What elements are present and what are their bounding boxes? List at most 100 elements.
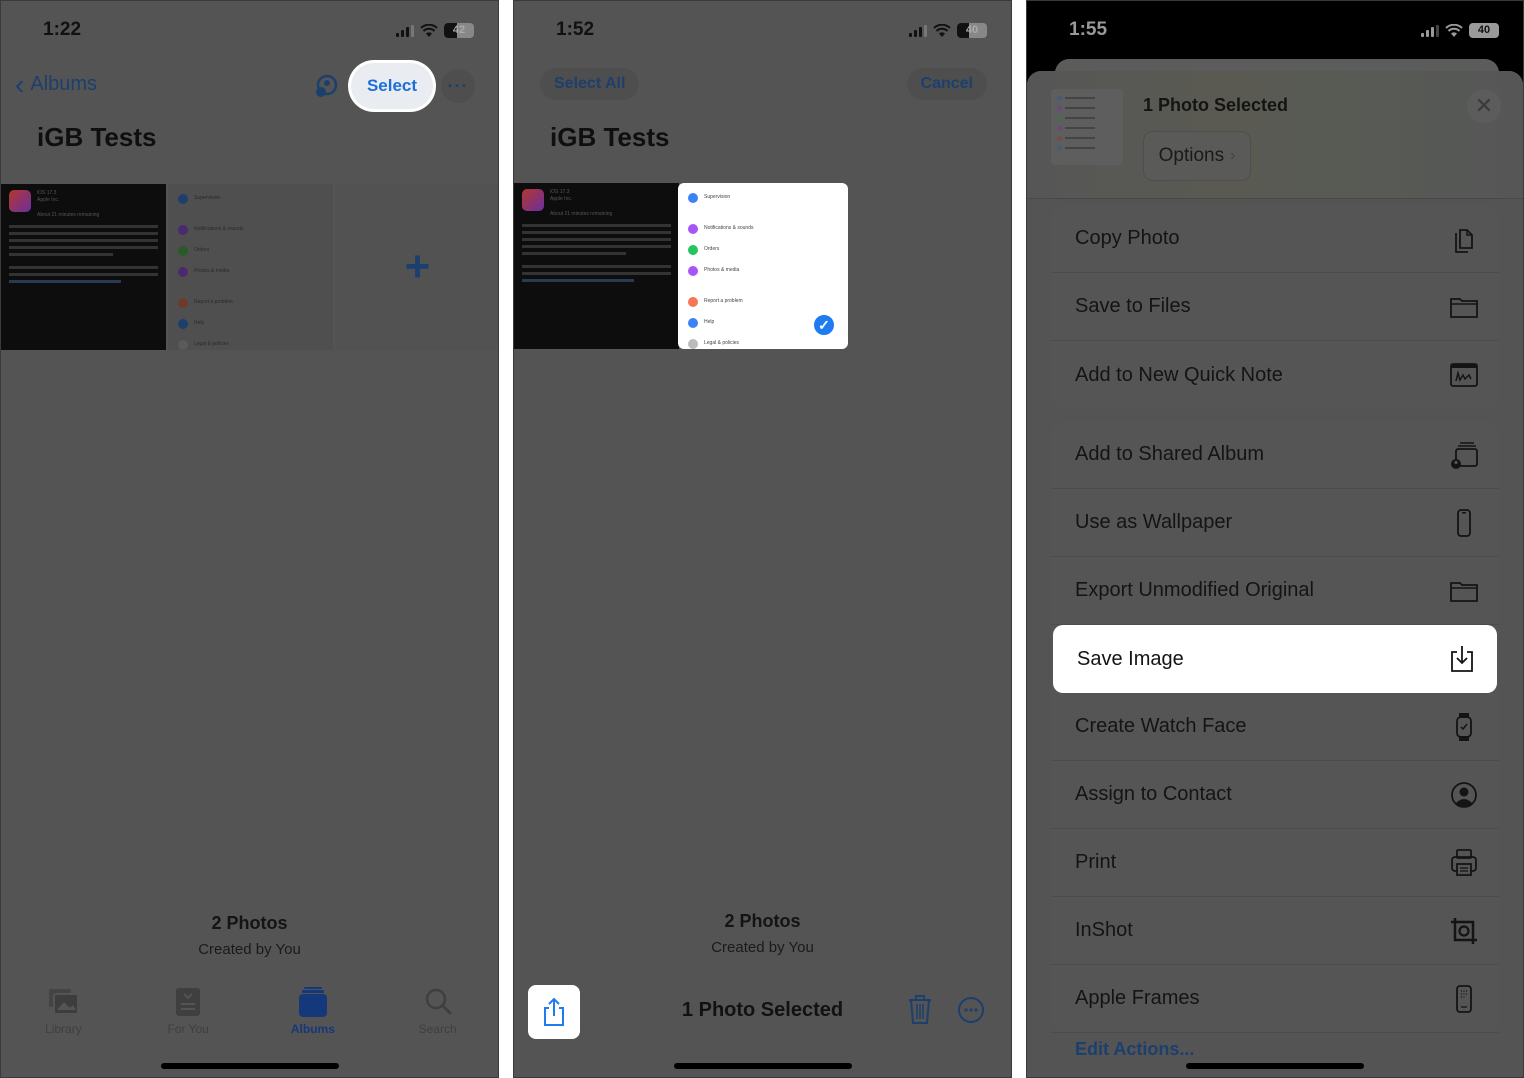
back-to-albums-button[interactable]: ‹ Albums	[15, 70, 98, 98]
wifi-icon	[1445, 23, 1463, 37]
settings-item: Orders	[194, 247, 210, 253]
settings-item: Notifications & sounds	[704, 225, 754, 231]
options-button[interactable]: Options ›	[1143, 131, 1251, 181]
photo-grid: iOS 17.3 Apple Inc. About 21 minutes rem…	[514, 183, 1011, 349]
action-inshot[interactable]: InShot	[1051, 897, 1499, 965]
share-button[interactable]	[528, 985, 580, 1039]
screen-select-mode: 1:52 40 Select All Cancel iGB Tests iOS …	[513, 0, 1012, 1078]
back-label: Albums	[30, 73, 98, 95]
selected-photo-preview	[1051, 89, 1123, 165]
photo-library-icon	[49, 989, 80, 1015]
action-label: Print	[1075, 851, 1117, 873]
more-circle-icon[interactable]	[957, 996, 985, 1024]
action-label: Add to New Quick Note	[1075, 363, 1283, 386]
tab-label: For You	[167, 1022, 209, 1036]
action-label: Save Image	[1077, 647, 1184, 670]
settings-item: Legal & policies	[704, 340, 740, 346]
action-label: Create Watch Face	[1075, 715, 1247, 737]
apple-frames-icon	[1456, 984, 1472, 1013]
action-export-unmodified[interactable]: Export Unmodified Original	[1051, 557, 1499, 625]
screen-album-view: 1:22 42 ‹ Albums Select ··· iGB Tests iO…	[0, 0, 499, 1078]
action-quick-note[interactable]: Add to New Quick Note	[1051, 341, 1499, 409]
selection-count: 1 Photo Selected	[681, 999, 844, 1021]
status-time: 1:55	[1069, 19, 1108, 40]
status-icons: 40	[909, 23, 987, 38]
update-publisher: Apple Inc.	[37, 197, 60, 203]
photo-thumbnail-settings[interactable]: Supervision Notifications & sounds Order…	[168, 184, 333, 350]
photo-count: 2 Photos	[724, 911, 801, 931]
wifi-icon	[420, 23, 438, 37]
tab-bar: Library For You Albums Search	[1, 986, 498, 1036]
action-use-as-wallpaper[interactable]: Use as Wallpaper	[1051, 489, 1499, 557]
home-indicator	[1186, 1063, 1364, 1069]
action-label: Add to Shared Album	[1075, 443, 1265, 465]
photo-thumbnail-ios-update[interactable]: iOS 17.3 Apple Inc. About 21 minutes rem…	[514, 183, 679, 349]
action-group-1: Copy Photo Save to Files Add to New Quic…	[1051, 205, 1499, 409]
action-label: Apple Frames	[1075, 987, 1200, 1009]
close-button[interactable]: ✕	[1467, 89, 1501, 123]
battery-icon: 42	[444, 23, 474, 38]
watch-icon	[1456, 712, 1472, 741]
ios-app-icon	[522, 189, 544, 211]
battery-icon: 40	[957, 23, 987, 38]
tab-label: Search	[418, 1022, 457, 1036]
shared-album-icon	[1451, 441, 1478, 469]
tab-search[interactable]: Search	[375, 986, 498, 1036]
tab-for-you[interactable]: For You	[126, 986, 251, 1036]
action-save-image[interactable]: Save Image	[1053, 625, 1497, 693]
album-owner: Created by You	[198, 941, 301, 958]
photo-thumbnail-ios-update[interactable]: iOS 17.3 Apple Inc. About 21 minutes rem…	[1, 184, 166, 350]
action-save-to-files[interactable]: Save to Files	[1051, 273, 1499, 341]
select-button[interactable]: Select	[351, 63, 433, 109]
status-time: 1:52	[556, 19, 595, 40]
cellular-signal-icon	[1421, 24, 1439, 37]
plus-icon: +	[404, 242, 431, 291]
update-title: iOS 17.3	[550, 189, 570, 195]
select-all-button[interactable]: Select All	[540, 68, 640, 100]
battery-icon: 40	[1469, 23, 1499, 38]
album-title: iGB Tests	[37, 122, 157, 152]
more-options-button[interactable]: ···	[441, 69, 475, 103]
action-assign-to-contact[interactable]: Assign to Contact	[1051, 761, 1499, 829]
album-owner: Created by You	[711, 939, 814, 956]
folder-icon	[1450, 581, 1478, 602]
action-label: Save to Files	[1075, 295, 1191, 317]
tab-library[interactable]: Library	[1, 986, 126, 1036]
settings-item: Legal & policies	[194, 341, 230, 347]
add-photos-button[interactable]: +	[335, 184, 498, 350]
selected-checkmark-icon: ✓	[812, 313, 836, 337]
tab-albums[interactable]: Albums	[251, 986, 376, 1036]
search-icon	[425, 988, 452, 1015]
action-label: Export Unmodified Original	[1075, 579, 1314, 601]
photo-thumbnail-settings-selected[interactable]: Supervision Notifications & sounds Order…	[678, 183, 848, 349]
cancel-button[interactable]: Cancel	[906, 68, 987, 100]
album-title: iGB Tests	[550, 122, 670, 152]
action-label: Assign to Contact	[1075, 783, 1232, 805]
action-create-watch-face[interactable]: Create Watch Face	[1051, 693, 1499, 761]
action-copy-photo[interactable]: Copy Photo	[1051, 205, 1499, 273]
settings-item: Report a problem	[704, 298, 743, 304]
trash-icon[interactable]	[906, 993, 934, 1025]
share-icon	[544, 997, 564, 1026]
status-time: 1:22	[43, 19, 82, 40]
cellular-signal-icon	[396, 24, 414, 37]
tab-label: Albums	[290, 1022, 335, 1036]
save-image-icon	[1451, 646, 1473, 672]
action-add-shared-album[interactable]: Add to Shared Album	[1051, 421, 1499, 489]
copy-icon	[1455, 228, 1473, 253]
action-label: Copy Photo	[1075, 227, 1180, 249]
contact-icon	[1451, 781, 1477, 808]
ios-app-icon	[9, 190, 31, 212]
wifi-icon	[933, 23, 951, 37]
update-title: iOS 17.3	[37, 190, 57, 196]
sheet-title: 1 Photo Selected	[1143, 95, 1289, 115]
action-print[interactable]: Print	[1051, 829, 1499, 897]
action-group-2: Add to Shared Album Use as Wallpaper Exp…	[1051, 421, 1499, 1059]
settings-item: Supervision	[704, 194, 731, 200]
update-publisher: Apple Inc.	[550, 196, 573, 202]
action-apple-frames[interactable]: Apple Frames	[1051, 965, 1499, 1033]
status-icons: 40	[1421, 23, 1499, 38]
close-icon: ✕	[1474, 93, 1494, 118]
chevron-right-icon: ›	[1230, 147, 1236, 164]
shared-album-people-icon[interactable]	[313, 73, 339, 99]
